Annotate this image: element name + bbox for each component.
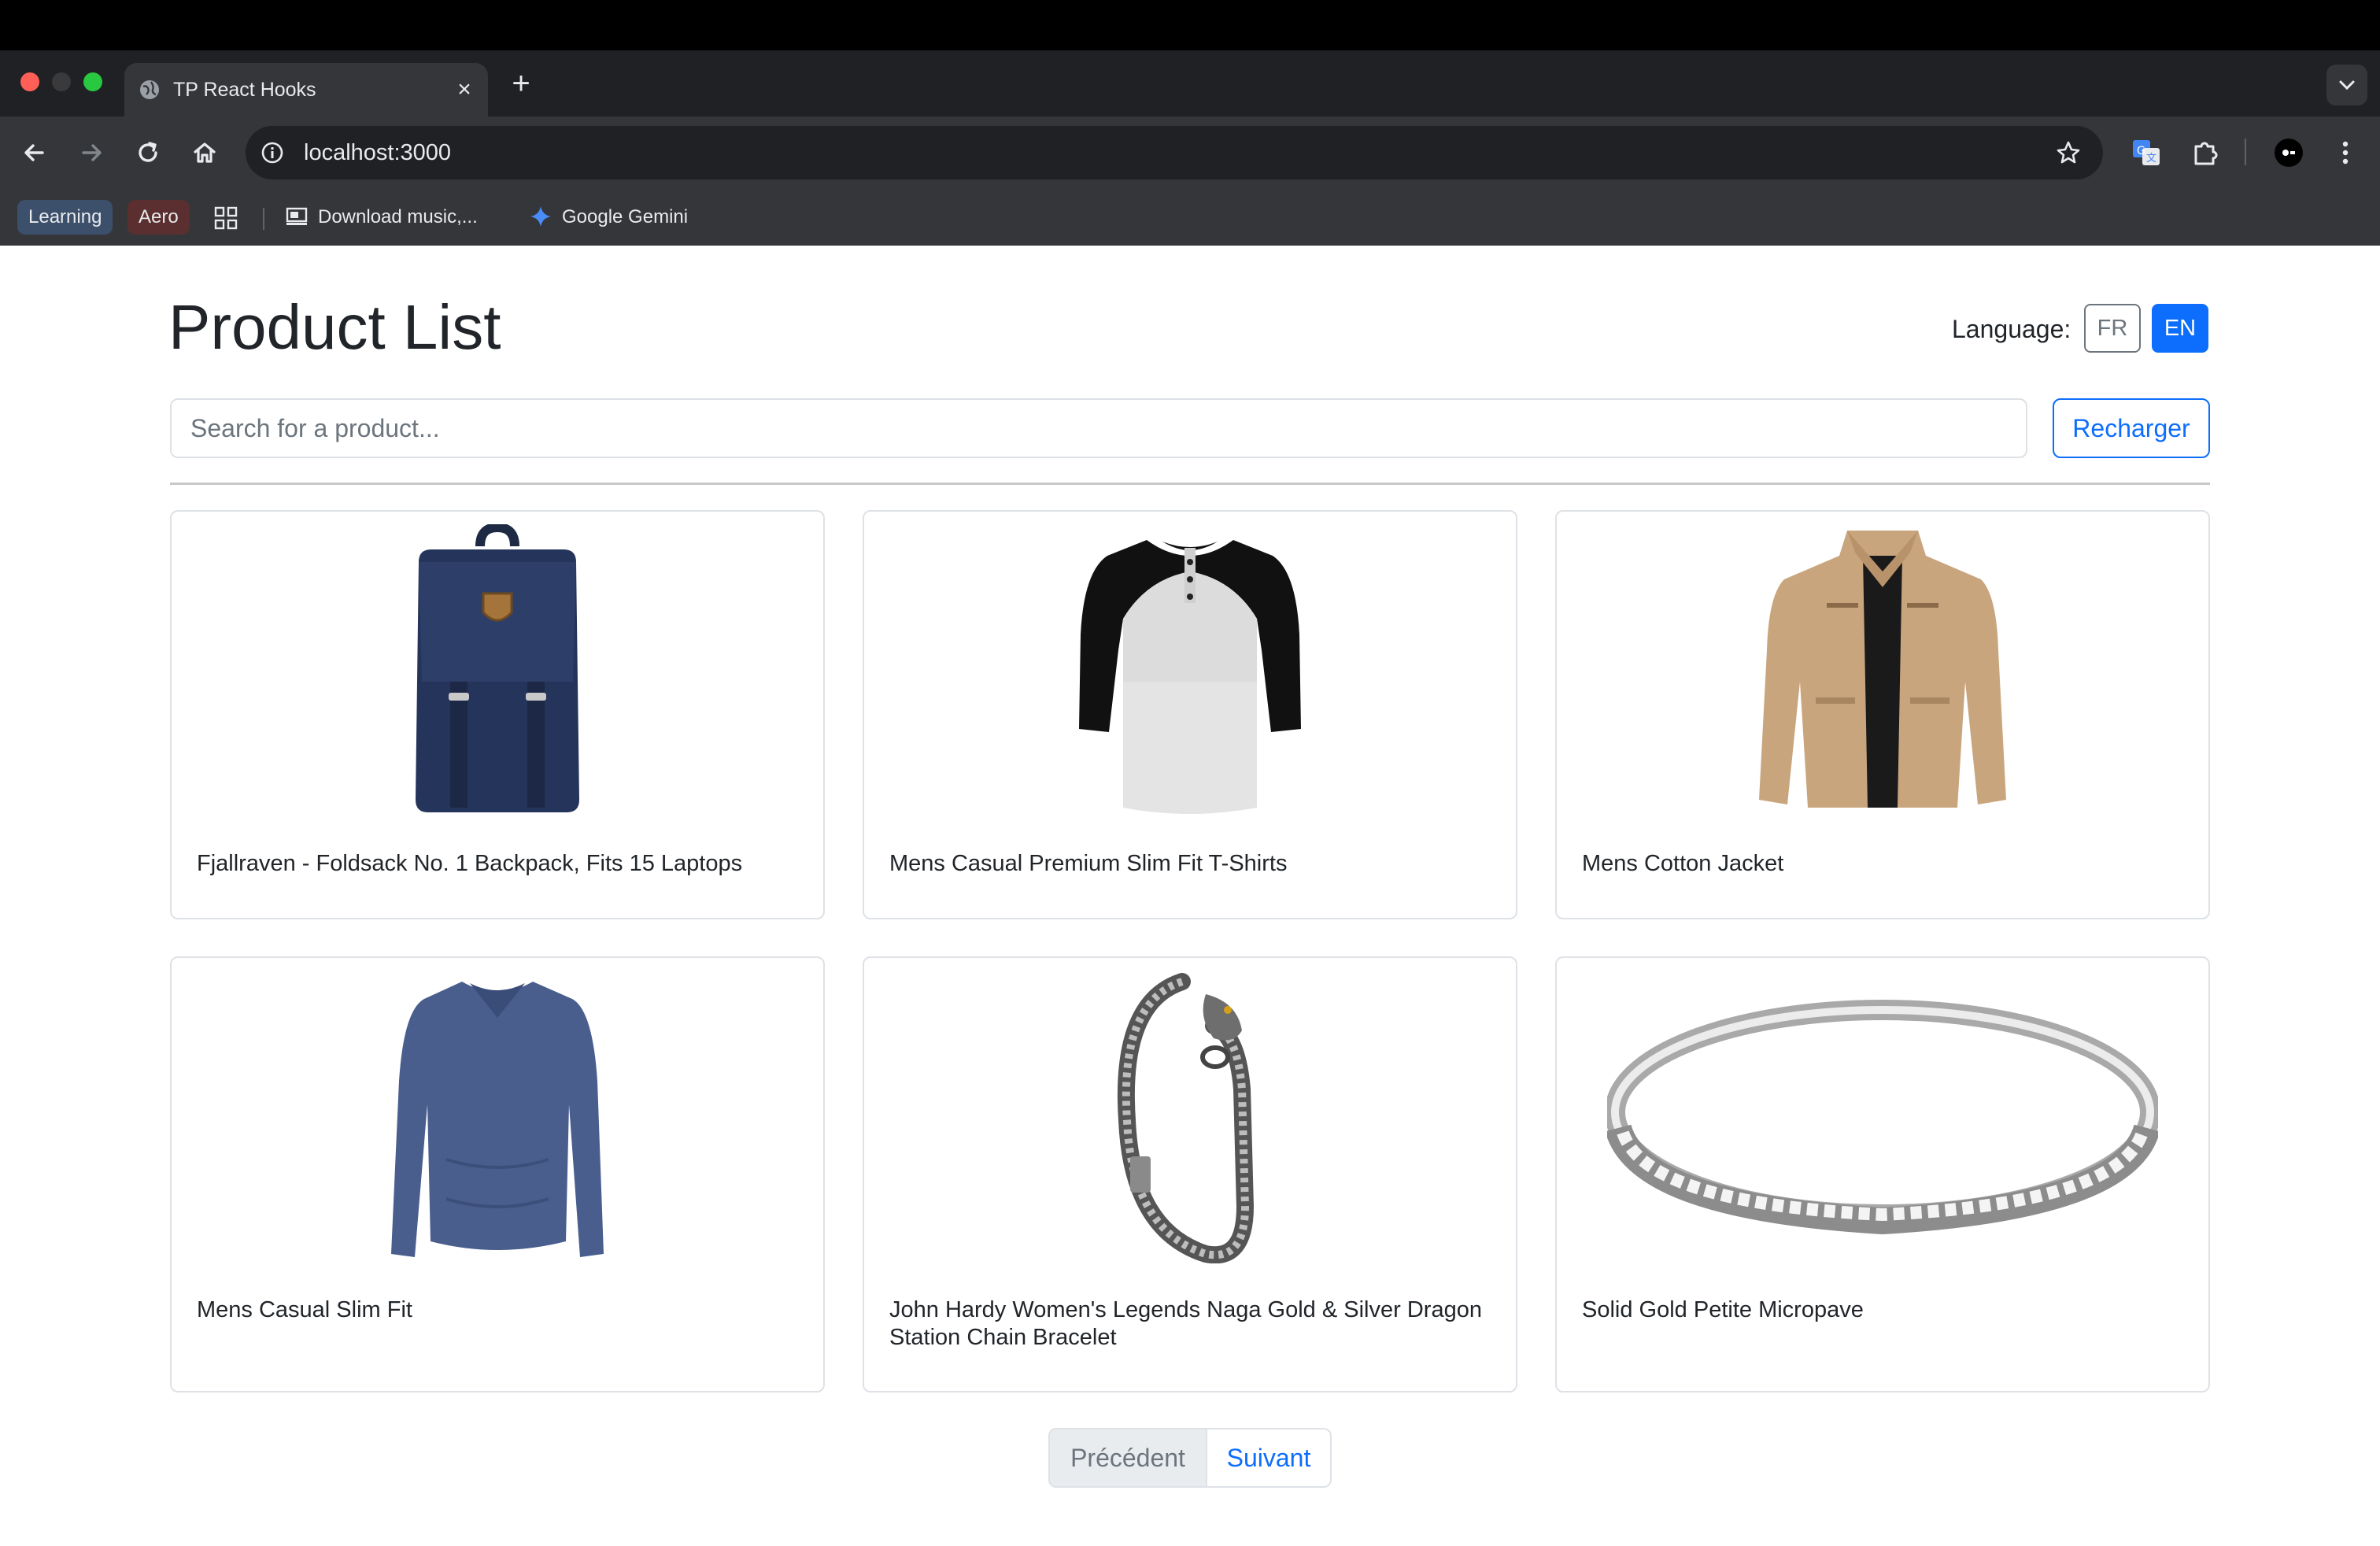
product-title: John Hardy Women's Legends Naga Gold & S… (889, 1297, 1482, 1350)
product-title: Mens Cotton Jacket (1582, 851, 1784, 876)
divider (170, 483, 2210, 485)
product-image (1557, 971, 2208, 1263)
previous-page-button[interactable]: Précédent (1048, 1428, 1207, 1488)
menu-kebab-icon[interactable] (2328, 135, 2363, 170)
gemini-sparkle-icon (530, 205, 551, 227)
cotton-jacket-image (1759, 531, 2006, 808)
product-search-input[interactable] (170, 398, 2027, 458)
url-text[interactable]: localhost:3000 (304, 140, 451, 165)
product-image (172, 524, 823, 817)
tab-search-button[interactable] (2326, 65, 2367, 105)
bookmark-star-icon[interactable] (2054, 139, 2082, 167)
address-bar[interactable]: localhost:3000 (246, 126, 2103, 179)
screen-top-bar (0, 0, 2380, 50)
bookmark-aero[interactable]: Aero (128, 200, 190, 235)
product-card[interactable]: Mens Casual Slim Fit (170, 956, 825, 1393)
tab-title: TP React Hooks (173, 79, 316, 101)
language-label: Language: (1952, 315, 2071, 343)
long-sleeve-shirt-image (391, 982, 604, 1257)
forward-icon[interactable] (74, 135, 109, 170)
extensions-icon[interactable] (2188, 135, 2223, 170)
bookmark-label: Google Gemini (562, 206, 689, 227)
bookmark-download-music[interactable]: Download music,... (285, 200, 478, 235)
browser-tab[interactable]: TP React Hooks × (124, 63, 488, 117)
window-close-button[interactable] (20, 72, 39, 91)
pagination: Précédent Suivant (1048, 1428, 1332, 1488)
product-image (1557, 524, 2208, 817)
product-card[interactable]: Mens Casual Premium Slim Fit T-Shirts (863, 510, 1517, 919)
diamond-ring-image (1607, 1000, 2158, 1235)
translate-icon[interactable]: G 文 (2130, 135, 2164, 170)
product-image (864, 524, 1516, 817)
product-card[interactable]: John Hardy Women's Legends Naga Gold & S… (863, 956, 1517, 1393)
product-image (172, 971, 823, 1263)
profile-avatar-icon[interactable] (2271, 135, 2306, 170)
computer-icon (286, 207, 308, 225)
new-tab-button[interactable]: + (504, 66, 538, 101)
product-title: Solid Gold Petite Micropave (1582, 1297, 1864, 1322)
svg-text:G: G (2137, 145, 2145, 157)
product-title: Mens Casual Slim Fit (197, 1297, 412, 1322)
raglan-tshirt-image (1079, 540, 1301, 814)
window-minimize-button[interactable] (52, 72, 71, 91)
product-image (864, 971, 1516, 1263)
bookmark-learning[interactable]: Learning (17, 200, 113, 235)
reload-icon[interactable] (131, 135, 165, 170)
apps-grid-icon[interactable] (214, 206, 238, 230)
backpack-image (416, 524, 579, 812)
site-info-icon[interactable] (260, 140, 285, 165)
home-icon[interactable] (187, 135, 222, 170)
window-maximize-button[interactable] (83, 72, 102, 91)
product-title: Mens Casual Premium Slim Fit T-Shirts (889, 851, 1288, 876)
bookmark-google-gemini[interactable]: Google Gemini (529, 200, 688, 235)
toolbar-divider (2245, 139, 2246, 165)
product-card[interactable]: Solid Gold Petite Micropave (1555, 956, 2210, 1393)
page-title: Product List (168, 292, 501, 362)
next-page-button[interactable]: Suivant (1207, 1428, 1332, 1488)
chain-bracelet-image (1117, 973, 1255, 1263)
product-card[interactable]: Mens Cotton Jacket (1555, 510, 2210, 919)
product-card[interactable]: Fjallraven - Foldsack No. 1 Backpack, Fi… (170, 510, 825, 919)
bookmarks-divider (263, 208, 264, 230)
chevron-down-icon (2339, 80, 2355, 91)
language-en-button[interactable]: EN (2152, 304, 2208, 353)
product-title: Fjallraven - Foldsack No. 1 Backpack, Fi… (197, 851, 743, 876)
globe-icon (140, 80, 159, 99)
svg-text:文: 文 (2146, 153, 2156, 165)
language-fr-button[interactable]: FR (2084, 304, 2141, 353)
reload-button[interactable]: Recharger (2053, 398, 2210, 458)
bookmark-label: Download music,... (318, 206, 478, 227)
back-icon[interactable] (17, 135, 52, 170)
page-content: Product List Language: FR EN Recharger F… (0, 246, 2380, 1546)
tab-close-icon[interactable]: × (449, 74, 480, 105)
bookmarks-bar: Learning Aero Download music,... Google … (0, 189, 2380, 246)
